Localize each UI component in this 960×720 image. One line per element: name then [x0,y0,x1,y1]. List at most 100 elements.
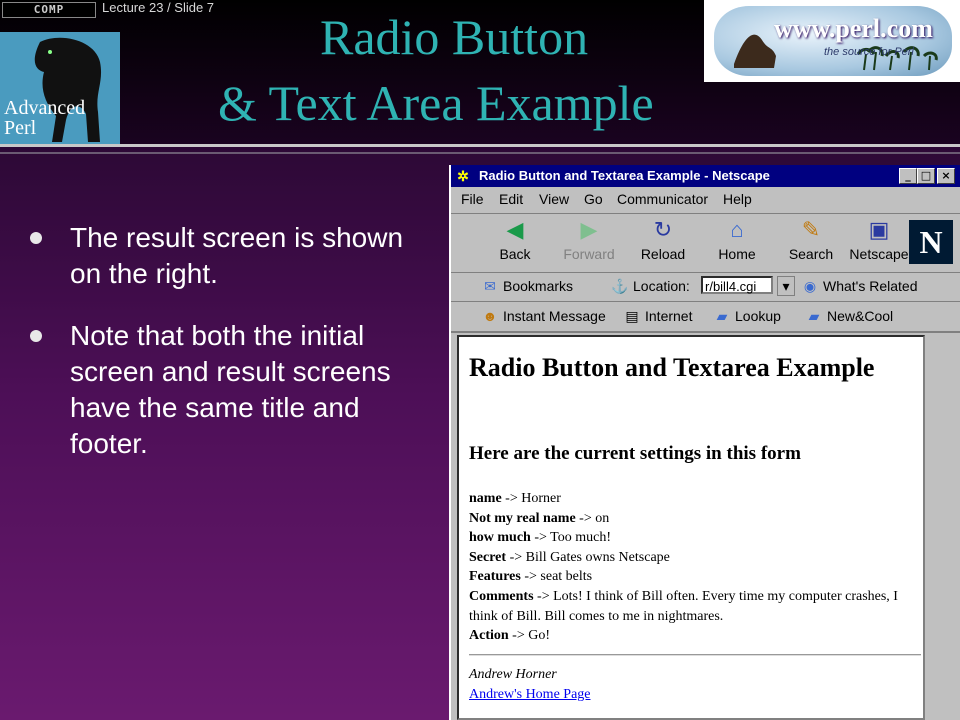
setting-row: Action -> Go! [469,626,919,646]
whats-related-button[interactable]: ◉ What's Related [801,278,918,295]
menu-file[interactable]: File [461,191,484,207]
advanced-perl-text: Advanced Perl [4,98,85,138]
setting-key: Action [469,628,509,644]
back-button[interactable]: ◀ Back [485,218,545,268]
whats-related-label: What's Related [823,278,918,294]
perl-tagline: the source for Perl [824,46,914,58]
footer-rule [469,654,921,656]
minimize-button[interactable]: _ [899,168,917,184]
bullet-dot-icon [30,232,42,244]
bookmarks-icon: ✉ [484,278,496,294]
location-dropdown-button[interactable]: ▾ [777,276,795,296]
header-divider [0,144,960,147]
netscape-icon: ▣ [868,217,890,242]
location-icon: ⚓ [611,278,629,294]
instant-message-label: Instant Message [503,308,606,324]
setting-row: Features -> seat belts [469,567,919,587]
slide-title-line1: Radio Button [320,9,589,65]
setting-value: -> on [575,510,610,526]
bullet-item: The result screen is shown on the right. [30,220,410,300]
internet-label: Internet [645,308,693,324]
search-button[interactable]: ✎ Search [781,218,841,268]
page-subheading: Here are the current settings in this fo… [469,443,801,464]
maximize-button[interactable]: □ [917,168,935,184]
setting-row: how much -> Too much! [469,528,919,548]
search-label: Search [788,246,834,262]
reload-icon: ↻ [653,217,673,242]
folder-icon: ▰ [808,308,820,324]
perl-logo-oval: www.perl.com the source for Perl [714,6,952,76]
menu-communicator[interactable]: Communicator [617,191,708,207]
setting-value: -> Lots! I think of Bill often. Every ti… [469,588,898,624]
bullet-text: Note that both the initial screen and re… [70,320,391,459]
location-input[interactable]: r/bill4.cgi [701,276,773,294]
home-page-link[interactable]: Andrew's Home Page [469,687,591,703]
bookmarks-label: Bookmarks [503,278,574,294]
perl-com-logo: www.perl.com the source for Perl [704,0,960,82]
window-right-edge [927,335,960,720]
setting-value: -> Go! [508,628,551,644]
bullet-dot-icon [30,330,42,342]
new-cool-button[interactable]: ▰ New&Cool [805,308,894,325]
setting-value: -> Too much! [530,530,612,546]
back-label: Back [499,246,531,262]
home-button[interactable]: ⌂ Home [707,218,767,268]
page-heading: Radio Button and Textarea Example [469,353,875,382]
home-icon: ⌂ [730,217,744,242]
page-icon: ▤ [625,308,639,324]
setting-row: Comments -> Lots! I think of Bill often.… [469,587,919,626]
close-button[interactable]: × [937,168,955,184]
reload-label: Reload [640,246,686,262]
bookmarks-button[interactable]: ✉ Bookmarks [481,278,573,295]
forward-arrow-icon: ▶ [580,217,598,242]
location-label: ⚓ Location: [611,278,690,295]
lookup-button[interactable]: ▰ Lookup [713,308,781,325]
lookup-label: Lookup [735,308,781,324]
logo-word-perl: Perl [4,117,37,139]
menu-bar: File Edit View Go Communicator Help [451,188,960,212]
forward-button[interactable]: ▶ Forward [559,218,619,268]
lecture-label: Lecture 23 / Slide 7 [102,0,215,15]
setting-row: name -> Horner [469,489,919,509]
bullet-text: The result screen is shown on the right. [70,222,404,289]
netscape-label: Netscape [849,246,909,262]
netscape-window: ✲ Radio Button and Textarea Example - Ne… [449,165,960,720]
netscape-n-logo: N [909,220,953,264]
setting-key: Secret [469,549,507,565]
author-name: Andrew Horner [469,667,557,682]
page-content: Radio Button and Textarea Example Here a… [457,335,925,720]
internet-button[interactable]: ▤ Internet [623,308,692,325]
comp-logo: COMP [2,2,96,18]
search-icon: ✎ [801,217,821,242]
bullet-item: Note that both the initial screen and re… [30,318,410,538]
setting-value: -> Bill Gates owns Netscape [506,549,670,565]
folder-icon: ▰ [716,308,728,324]
setting-key: Comments [469,588,534,604]
netscape-button[interactable]: ▣ Netscape [849,218,909,268]
setting-row: Secret -> Bill Gates owns Netscape [469,548,919,568]
menu-edit[interactable]: Edit [499,191,523,207]
instant-message-button[interactable]: ☻ Instant Message [481,308,606,324]
header-divider-shadow [0,152,960,154]
setting-key: name [469,491,502,506]
location-text: Location: [633,278,690,294]
slide-title-line2: & Text Area Example [218,75,654,131]
back-arrow-icon: ◀ [506,217,524,242]
netscape-app-icon: ✲ [457,168,469,184]
setting-value: -> Horner [501,491,561,506]
window-title: Radio Button and Textarea Example - Nets… [479,168,770,183]
setting-key: how much [469,530,531,546]
setting-value: -> seat belts [520,569,593,585]
setting-row: Not my real name -> on [469,509,919,529]
new-cool-label: New&Cool [827,308,894,324]
settings-list: name -> Horner Not my real name -> on how … [469,489,919,646]
person-icon: ☻ [482,308,498,324]
personal-toolbar: ☻ Instant Message ▤ Internet ▰ Lookup ▰ New&… [451,303,960,333]
menu-go[interactable]: Go [584,191,603,207]
menu-help[interactable]: Help [723,191,752,207]
window-titlebar[interactable]: ✲ Radio Button and Textarea Example - Ne… [451,165,960,187]
forward-label: Forward [563,246,615,262]
reload-button[interactable]: ↻ Reload [633,218,693,268]
menu-view[interactable]: View [539,191,569,207]
location-toolbar: ✉ Bookmarks ⚓ Location: r/bill4.cgi ▾ ◉ Wha… [451,273,960,302]
